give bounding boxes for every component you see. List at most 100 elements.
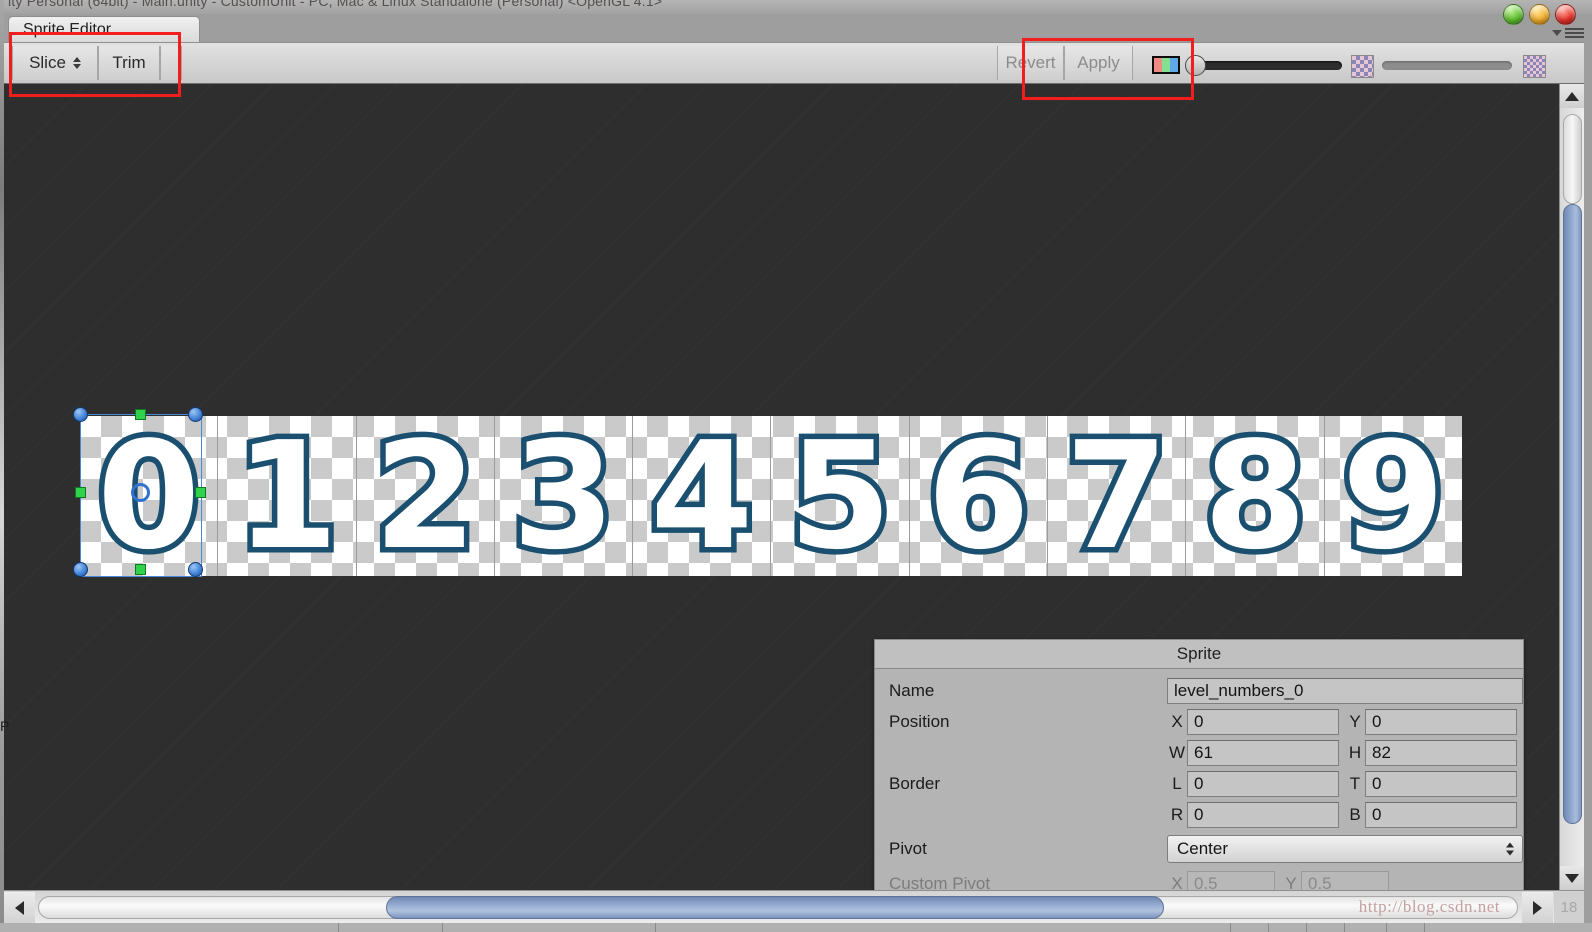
row-position-wh: W 61 H 82 (875, 737, 1523, 768)
pivot-handle[interactable] (131, 483, 150, 502)
pivot-select[interactable]: Center (1167, 835, 1523, 863)
sprite-cell[interactable]: 5 (771, 416, 910, 576)
label-custom-pivot-x: X (1171, 873, 1183, 891)
label-border-right: R (1170, 804, 1184, 824)
scroll-right-button[interactable] (1522, 892, 1553, 923)
unity-title-bar: ity Personal (64bit) - Main.unity - Cust… (0, 0, 1592, 14)
row-border-lt: Border L 0 T 0 (875, 768, 1523, 799)
triangle-left-icon (15, 900, 24, 915)
tab-strip: Sprite Editor (4, 15, 1584, 42)
background-inspector-sliver (0, 0, 4, 932)
resize-handle-top-left[interactable] (73, 407, 88, 422)
sprite-cell[interactable]: 2 (357, 416, 495, 576)
tab-sprite-editor[interactable]: Sprite Editor (8, 16, 200, 42)
pivot-selected-value: Center (1177, 839, 1229, 858)
sprite-digit: 3 (507, 410, 621, 582)
scroll-left-button[interactable] (4, 892, 35, 923)
width-input[interactable]: 61 (1187, 739, 1339, 766)
label-border: Border (889, 773, 941, 793)
name-input[interactable]: level_numbers_0 (1167, 677, 1523, 704)
triangle-right-icon (1533, 900, 1542, 915)
checkerboard-large-icon[interactable] (1523, 55, 1546, 78)
border-bottom-input[interactable]: 0 (1365, 801, 1517, 828)
custom-pivot-y-input[interactable]: 0.5 (1301, 870, 1389, 890)
sprite-cell[interactable]: 3 (495, 410, 634, 582)
window-minimize-button[interactable] (1529, 4, 1550, 25)
label-pivot: Pivot (889, 839, 927, 858)
alpha-slider-track[interactable] (1190, 61, 1342, 70)
sprite-editor-screen: ity Personal (64bit) - Main.unity - Cust… (0, 0, 1592, 932)
sprite-digit: 1 (230, 410, 344, 582)
sprite-editor-window: Sprite Editor Slice Trim Revert Apply 0 … (4, 15, 1584, 923)
custom-pivot-x-input[interactable]: 0.5 (1187, 870, 1275, 890)
trim-button[interactable]: Trim (98, 46, 160, 80)
resize-handle-middle-right[interactable] (195, 487, 206, 498)
rgb-channel-icon[interactable] (1152, 56, 1180, 74)
checkerboard-small-icon[interactable] (1351, 55, 1374, 78)
sprite-digit: 9 (1336, 410, 1450, 582)
position-x-input[interactable]: 0 (1187, 708, 1339, 735)
triangle-up-icon (1565, 91, 1579, 101)
row-custom-pivot: Custom Pivot X 0.5 Y 0.5 (875, 868, 1523, 890)
label-custom-pivot: Custom Pivot (889, 873, 991, 891)
row-name: Name level_numbers_0 (875, 675, 1523, 706)
tab-label: Sprite Editor (23, 21, 112, 38)
border-top-input[interactable]: 0 (1365, 770, 1517, 797)
slice-label: Slice (29, 53, 66, 72)
position-y-input[interactable]: 0 (1365, 708, 1517, 735)
sprite-cell[interactable]: 6 (910, 410, 1049, 582)
revert-button[interactable]: Revert (997, 46, 1064, 80)
sprite-editor-toolbar: Slice Trim Revert Apply (4, 42, 1584, 84)
horizontal-scroll-thumb[interactable] (386, 896, 1164, 919)
sprite-panel-header: Sprite (875, 640, 1523, 669)
trim-label: Trim (112, 53, 146, 72)
sprite-sheet[interactable]: 0 1 2 3 4 5 6 7 8 9 (80, 416, 1462, 576)
scrollbar-corner: 18 (1554, 892, 1584, 923)
background-panel-letter: P (0, 718, 10, 734)
sprite-cell[interactable]: 8 (1186, 416, 1325, 576)
alpha-slider-knob[interactable] (1185, 55, 1206, 76)
border-right-input[interactable]: 0 (1187, 801, 1339, 828)
resize-handle-bottom-left[interactable] (73, 562, 88, 577)
vertical-scrollbar[interactable] (1559, 84, 1584, 890)
horizontal-scrollbar[interactable]: http://blog.csdn.net 18 (4, 890, 1584, 923)
label-border-bottom: B (1349, 804, 1361, 824)
height-input[interactable]: 82 (1365, 739, 1517, 766)
window-close-button[interactable] (1555, 4, 1576, 25)
label-border-top: T (1349, 773, 1361, 793)
scroll-up-button[interactable] (1560, 84, 1584, 108)
sprite-digit: 2 (368, 410, 482, 582)
resize-handle-top-right[interactable] (188, 407, 203, 422)
revert-label: Revert (1005, 53, 1056, 72)
window-controls[interactable] (1503, 4, 1576, 25)
sprite-cell[interactable]: 7 (1048, 410, 1187, 582)
zoom-slider-track[interactable] (1382, 61, 1512, 70)
label-width: W (1168, 742, 1186, 762)
resize-handle-bottom-right[interactable] (188, 562, 203, 577)
label-border-left: L (1172, 773, 1182, 793)
slice-dropdown-button[interactable]: Slice (12, 46, 98, 80)
sprite-cell[interactable]: 4 (633, 416, 772, 576)
label-custom-pivot-y: Y (1285, 873, 1297, 891)
label-name: Name (889, 680, 935, 700)
toolbar-spacer (160, 46, 182, 80)
resize-handle-top-center[interactable] (135, 409, 146, 420)
resize-handle-bottom-center[interactable] (135, 564, 146, 575)
row-border-rb: R 0 B 0 (875, 799, 1523, 830)
sprite-digit: 7 (1060, 410, 1174, 582)
border-left-input[interactable]: 0 (1187, 770, 1339, 797)
vertical-scroll-track[interactable] (1563, 114, 1582, 204)
window-zoom-button[interactable] (1503, 4, 1524, 25)
sprite-cell[interactable]: 9 (1325, 416, 1462, 576)
stepper-icon (72, 57, 81, 69)
sprite-digit: 6 (921, 410, 1035, 582)
sprite-canvas[interactable]: 0 1 2 3 4 5 6 7 8 9 Sprite Name level_nu… (4, 84, 1584, 890)
label-position: Position (889, 711, 950, 731)
vertical-scroll-thumb[interactable] (1563, 204, 1582, 824)
hamburger-menu-icon[interactable] (1552, 28, 1584, 38)
scroll-down-button[interactable] (1560, 866, 1584, 890)
sprite-cell[interactable]: 1 (218, 410, 357, 582)
apply-button[interactable]: Apply (1064, 46, 1133, 80)
resize-handle-middle-left[interactable] (75, 487, 86, 498)
label-height: H (1348, 742, 1362, 762)
